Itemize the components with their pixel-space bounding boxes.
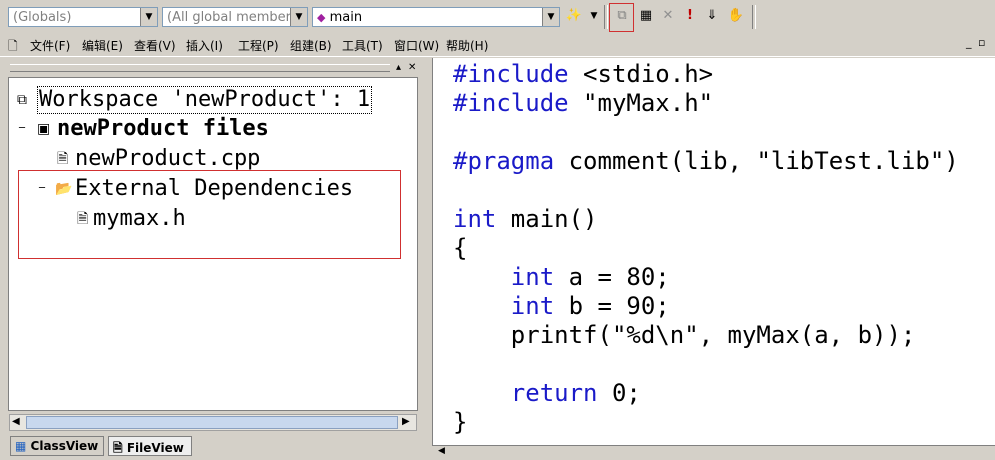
members-combo[interactable]: (All global members ▼: [162, 7, 308, 27]
compile-icon[interactable]: ⧉: [612, 6, 632, 26]
menu-tools[interactable]: 工具(T): [342, 37, 383, 54]
tab-fileview[interactable]: 🗎 FileView: [108, 436, 192, 456]
menu-view[interactable]: 查看(V): [134, 37, 176, 54]
toolbar-separator: [752, 5, 756, 29]
chevron-down-icon[interactable]: ▼: [140, 8, 157, 26]
menu-file[interactable]: 文件(F): [30, 37, 70, 54]
scroll-left-icon[interactable]: ◀: [438, 446, 445, 456]
function-combo-value: main: [329, 10, 363, 25]
doc-icon: 🗋: [8, 39, 18, 53]
code-line: {: [453, 234, 468, 262]
menu-edit[interactable]: 编辑(E): [82, 37, 123, 54]
tree-workspace-root[interactable]: Workspace 'newProduct': 1: [37, 86, 373, 114]
execute-icon[interactable]: !: [680, 6, 700, 26]
project-icon: ▣: [37, 121, 51, 137]
scroll-thumb[interactable]: [26, 416, 398, 429]
highlight-box: [18, 170, 401, 259]
menu-insert[interactable]: 插入(I): [186, 37, 223, 54]
wizard-icon[interactable]: ✨: [564, 6, 584, 26]
function-icon: ◆: [317, 11, 326, 24]
go-icon[interactable]: ⇓: [702, 6, 722, 26]
wizard-dropdown-icon[interactable]: ▼: [584, 6, 604, 26]
collapse-icon[interactable]: ─: [19, 116, 25, 142]
build-icon[interactable]: ▦: [636, 6, 656, 26]
code-line: #include <stdio.h>: [453, 60, 714, 88]
code-line: int b = 90;: [510, 292, 670, 320]
code-line: int a = 80;: [510, 263, 670, 291]
code-line: printf("%d\n", myMax(a, b));: [510, 321, 916, 349]
pane-maximize-icon[interactable]: ▴: [396, 62, 401, 73]
scroll-right-icon[interactable]: ▶: [402, 416, 410, 427]
pane-gripper[interactable]: [10, 64, 390, 72]
code-editor[interactable]: #include <stdio.h> #include "myMax.h" #p…: [432, 58, 995, 445]
editor-hscrollbar[interactable]: ◀: [432, 445, 995, 458]
classview-icon: ▦: [15, 439, 27, 453]
pane-close-icon[interactable]: ✕: [408, 62, 416, 73]
tab-fileview-label: FileView: [126, 441, 184, 455]
code-line: }: [453, 408, 468, 436]
workspace-icon: ⧉: [17, 92, 27, 108]
tab-classview-label: ClassView: [30, 439, 99, 453]
chevron-down-icon[interactable]: ▼: [542, 8, 559, 26]
scroll-left-icon[interactable]: ◀: [12, 416, 20, 427]
menu-window[interactable]: 窗口(W): [394, 37, 439, 54]
tab-classview[interactable]: ▦ ClassView: [10, 436, 104, 456]
fileview-icon: 🗎: [113, 441, 123, 455]
code-line: return 0;: [510, 379, 641, 407]
globals-combo[interactable]: (Globals) ▼: [8, 7, 158, 27]
restore-icon[interactable]: ▫: [978, 36, 985, 49]
tree-project[interactable]: newProduct files: [57, 116, 269, 142]
breakpoint-icon[interactable]: ✋: [726, 6, 746, 26]
globals-combo-value: (Globals): [13, 10, 72, 25]
members-combo-value: (All global members: [167, 10, 298, 25]
function-combo[interactable]: ◆ main ▼: [312, 7, 560, 27]
menu-build[interactable]: 组建(B): [290, 37, 332, 54]
chevron-down-icon[interactable]: ▼: [290, 8, 307, 26]
tree-source-file[interactable]: newProduct.cpp: [75, 146, 260, 172]
code-line: int main(): [453, 205, 598, 233]
menu-project[interactable]: 工程(P): [238, 37, 279, 54]
menubar: 🗋 文件(F) 编辑(E) 查看(V) 插入(I) 工程(P) 组建(B) 工具…: [0, 34, 995, 57]
code-line: #include "myMax.h": [453, 89, 714, 117]
toolbar-separator: [604, 5, 608, 29]
stop-build-icon[interactable]: ✕: [658, 6, 678, 26]
view-tabs: ▦ ClassView 🗎 FileView: [8, 436, 418, 457]
code-line: #pragma comment(lib, "libTest.lib"): [453, 147, 959, 175]
menu-help[interactable]: 帮助(H): [446, 37, 488, 54]
toolbar: (Globals) ▼ (All global members ▼ ◆ main…: [0, 0, 995, 35]
minimize-icon[interactable]: _: [966, 36, 972, 49]
tree-hscrollbar[interactable]: ◀ ▶: [9, 414, 417, 431]
cpp-file-icon: 🗎: [57, 151, 69, 167]
